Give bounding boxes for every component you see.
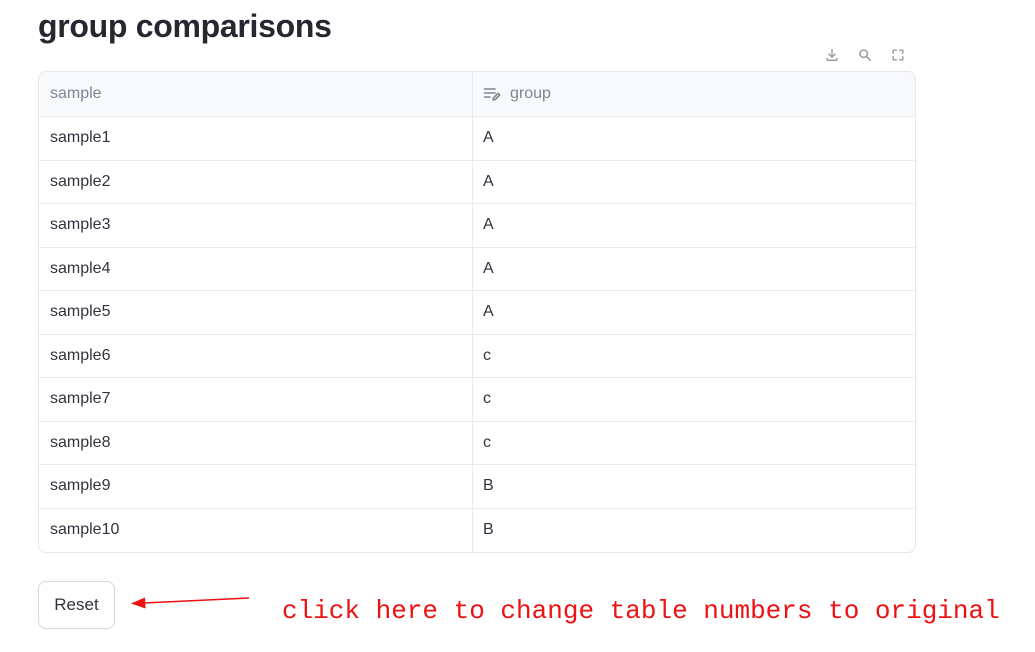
table-toolbar (815, 40, 915, 70)
table-row: sample3 A (39, 204, 915, 248)
table-row: sample6 c (39, 334, 915, 378)
column-header-group[interactable]: group (473, 72, 915, 116)
fullscreen-button[interactable] (887, 44, 909, 66)
column-header-sample[interactable]: sample (39, 72, 473, 116)
cell-sample[interactable]: sample8 (39, 421, 473, 464)
page-title: group comparisons (38, 8, 332, 44)
search-icon (859, 49, 872, 62)
column-header-label: sample (50, 85, 102, 102)
cell-sample[interactable]: sample9 (39, 465, 473, 508)
cell-group[interactable]: c (473, 335, 915, 378)
table-row: sample5 A (39, 291, 915, 335)
table-row: sample8 c (39, 421, 915, 465)
table-row: sample1 A (39, 117, 915, 161)
cell-group[interactable]: B (473, 465, 915, 508)
table-row: sample4 A (39, 247, 915, 291)
table-row: sample10 B (39, 508, 915, 553)
fullscreen-icon (892, 49, 904, 61)
cell-sample[interactable]: sample7 (39, 378, 473, 421)
search-button[interactable] (854, 44, 876, 66)
annotation-text: click here to change table numbers to or… (282, 596, 1000, 626)
table-row: sample7 c (39, 378, 915, 422)
download-button[interactable] (821, 44, 843, 66)
cell-sample[interactable]: sample10 (39, 508, 473, 552)
column-header-label: group (510, 85, 551, 102)
cell-group[interactable]: A (473, 204, 915, 247)
cell-group[interactable]: c (473, 378, 915, 421)
cell-group[interactable]: A (473, 291, 915, 334)
table-row: sample2 A (39, 160, 915, 204)
cell-group[interactable]: c (473, 422, 915, 465)
cell-sample[interactable]: sample4 (39, 247, 473, 290)
cell-group[interactable]: A (473, 117, 915, 160)
table-row: sample9 B (39, 465, 915, 509)
download-icon (826, 49, 838, 61)
cell-group[interactable]: A (473, 161, 915, 204)
page: group comparisons sample group sample1 A… (0, 0, 1035, 652)
cell-sample[interactable]: sample1 (39, 117, 473, 160)
cell-sample[interactable]: sample6 (39, 334, 473, 377)
data-table: sample group sample1 A sample2 A sample3… (38, 71, 916, 553)
reset-button[interactable]: Reset (38, 581, 115, 629)
cell-group[interactable]: B (473, 509, 915, 553)
annotation-arrow-icon (131, 597, 250, 609)
cell-group[interactable]: A (473, 248, 915, 291)
cell-sample[interactable]: sample3 (39, 204, 473, 247)
table-header-row: sample group (39, 72, 915, 117)
editable-column-icon (483, 88, 501, 101)
cell-sample[interactable]: sample5 (39, 291, 473, 334)
cell-sample[interactable]: sample2 (39, 160, 473, 203)
